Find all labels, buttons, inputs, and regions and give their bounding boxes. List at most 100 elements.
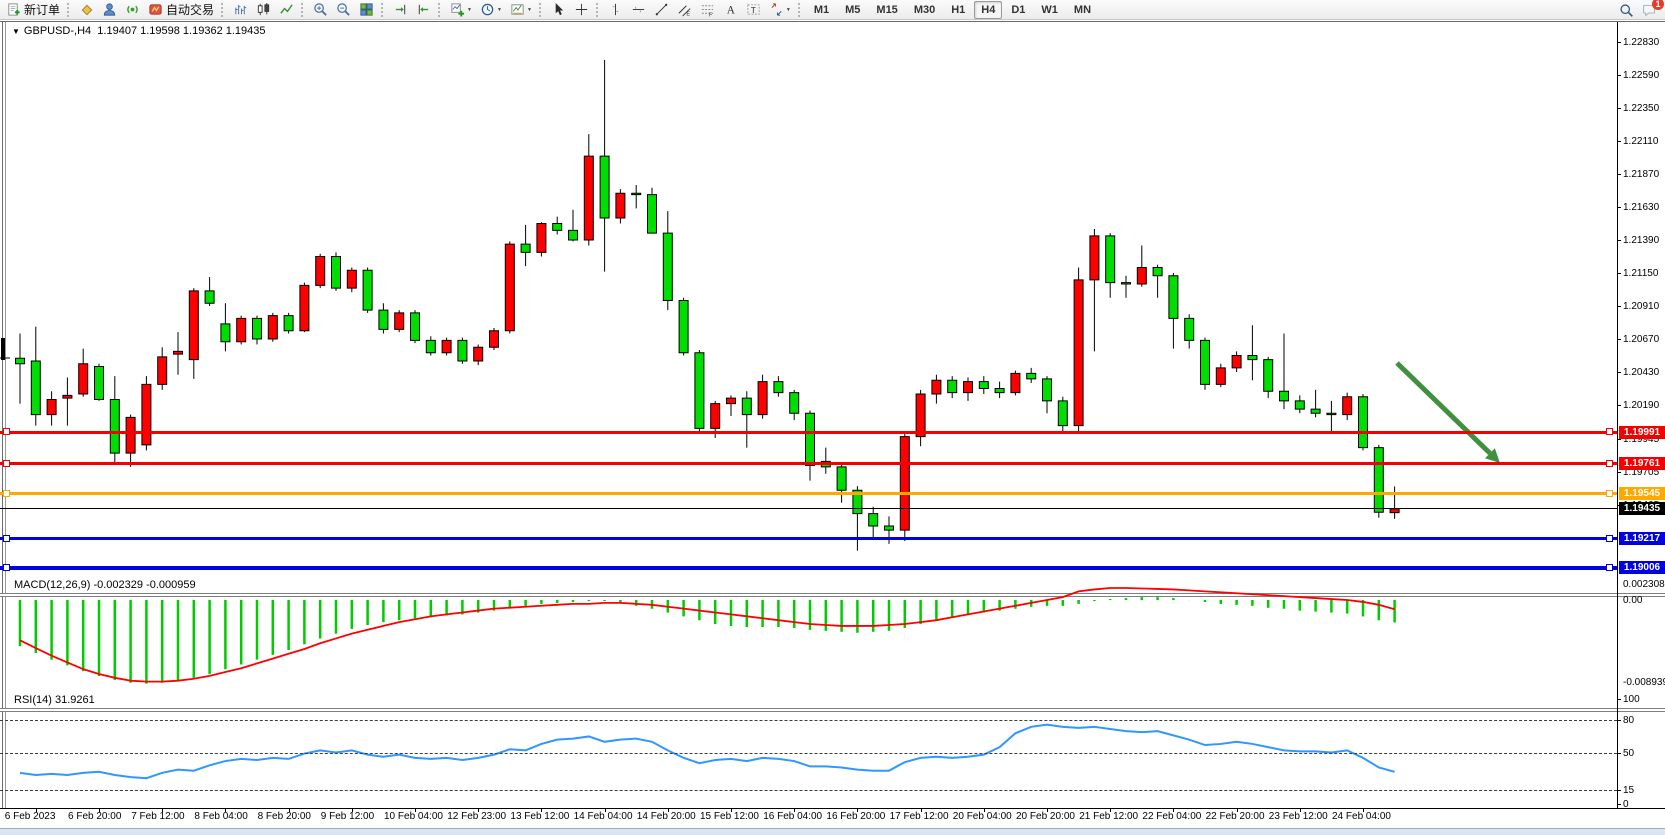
horizontal-level-line[interactable]	[0, 431, 1617, 434]
horizontal-level-line[interactable]	[0, 492, 1617, 495]
date-tick-label: 14 Feb 20:00	[637, 811, 696, 822]
rsi-level-line-15	[0, 790, 1617, 791]
line-handle[interactable]	[3, 564, 10, 571]
text-label-button[interactable]: T	[743, 1, 764, 19]
horizontal-line-button[interactable]	[628, 1, 649, 19]
price-tick-mark	[1617, 240, 1621, 241]
crosshair-button[interactable]	[571, 1, 592, 19]
rsi-pane[interactable]	[0, 22, 1665, 808]
periods-clock-button[interactable]: ▼	[477, 1, 505, 19]
line-chart-button[interactable]	[276, 1, 297, 19]
toolbar-grip[interactable]	[539, 3, 544, 17]
date-tick-label: 21 Feb 12:00	[1079, 811, 1138, 822]
rsi-axis-label: 15	[1623, 785, 1665, 796]
chart-window[interactable]: ▼GBPUSD-,H4 1.19407 1.19598 1.19362 1.19…	[0, 21, 1665, 835]
text-button[interactable]: A	[720, 1, 741, 19]
templates-dropdown-icon[interactable]: ▼	[527, 7, 532, 13]
rsi-line	[20, 725, 1395, 779]
candlestick-chart-button[interactable]	[253, 1, 274, 19]
signal-button[interactable]	[122, 1, 143, 19]
timeframe-button-m30[interactable]: M30	[907, 1, 942, 19]
horizontal-level-line[interactable]	[0, 462, 1617, 465]
cursor-button[interactable]	[548, 1, 569, 19]
toolbar-grip[interactable]	[381, 3, 386, 17]
bar-chart-button[interactable]	[230, 1, 251, 19]
svg-text:F: F	[709, 13, 713, 17]
timeframe-button-d1[interactable]: D1	[1004, 1, 1032, 19]
line-handle[interactable]	[3, 490, 10, 497]
rsi-tick-mark	[1617, 753, 1621, 754]
line-handle[interactable]	[3, 535, 10, 542]
timeframe-button-w1[interactable]: W1	[1034, 1, 1065, 19]
date-tick-label: 23 Feb 12:00	[1269, 811, 1328, 822]
macd-axis-label: 0.002308	[1623, 579, 1665, 590]
date-tick-label: 6 Feb 20:00	[68, 811, 121, 822]
tile-windows-icon	[359, 2, 374, 17]
auto-scroll-icon	[416, 2, 431, 17]
arrows-button[interactable]: ▼	[766, 1, 794, 19]
price-tick-label: 1.22110	[1623, 136, 1665, 147]
timeframe-button-h4[interactable]: H4	[974, 1, 1002, 19]
equidistant-channel-button[interactable]: E	[674, 1, 695, 19]
indicators-dropdown-icon[interactable]: ▼	[467, 7, 472, 13]
crosshair-icon	[574, 2, 589, 17]
line-handle[interactable]	[1606, 460, 1613, 467]
level-price-label: 1.19545	[1619, 487, 1665, 500]
toolbar-grip[interactable]	[67, 3, 72, 17]
auto-trading-button[interactable]: 自动交易	[145, 1, 217, 19]
auto-scroll-button[interactable]	[413, 1, 434, 19]
text-label-icon: T	[746, 2, 761, 17]
timeframe-button-m15[interactable]: M15	[869, 1, 904, 19]
templates-button[interactable]: ▼	[507, 1, 535, 19]
line-handle[interactable]	[1606, 564, 1613, 571]
timeframe-toolbar: M1M5M15M30H1H4D1W1MN	[806, 1, 1099, 19]
price-tick-label: 1.20670	[1623, 334, 1665, 345]
date-tick-label: 17 Feb 12:00	[890, 811, 949, 822]
chart-window-icon	[79, 2, 94, 17]
line-handle[interactable]	[3, 460, 10, 467]
periods-clock-dropdown-icon[interactable]: ▼	[497, 7, 502, 13]
toolbar-grip[interactable]	[438, 3, 443, 17]
fibonacci-button[interactable]: F	[697, 1, 718, 19]
toolbar-grip[interactable]	[596, 3, 601, 17]
line-handle[interactable]	[3, 428, 10, 435]
toolbar-grip[interactable]	[221, 3, 226, 17]
timeframe-button-mn[interactable]: MN	[1067, 1, 1098, 19]
trendline-button[interactable]	[651, 1, 672, 19]
shift-chart-button[interactable]	[390, 1, 411, 19]
price-tick-mark	[1617, 207, 1621, 208]
indicators-icon	[450, 2, 465, 17]
zoom-in-button[interactable]	[310, 1, 331, 19]
line-handle[interactable]	[1606, 535, 1613, 542]
indicators-button[interactable]: ▼	[447, 1, 475, 19]
auto-trading-icon	[148, 2, 163, 17]
new-order-button[interactable]: 新订单	[3, 1, 63, 19]
date-tick-label: 9 Feb 12:00	[321, 811, 374, 822]
timeframe-button-m1[interactable]: M1	[807, 1, 836, 19]
notifications-button[interactable]: 1	[1639, 1, 1660, 19]
line-handle[interactable]	[1606, 428, 1613, 435]
market-watch-button[interactable]	[99, 1, 120, 19]
price-tick-label: 1.22350	[1623, 103, 1665, 114]
line-handle[interactable]	[1606, 490, 1613, 497]
timeframe-button-h1[interactable]: H1	[944, 1, 972, 19]
zoom-out-button[interactable]	[333, 1, 354, 19]
timeframe-button-m5[interactable]: M5	[838, 1, 867, 19]
chart-window-button[interactable]	[76, 1, 97, 19]
mt4-window: 新订单 自动交易 ▼ ▼ ▼ E F AT ▼ M1M5M15M30H1H4D1W1MN 1 ▼…	[0, 0, 1665, 835]
horizontal-level-line[interactable]	[0, 566, 1617, 570]
periods-clock-icon	[480, 2, 495, 17]
date-tick-label: 13 Feb 12:00	[510, 811, 569, 822]
vertical-line-button[interactable]	[605, 1, 626, 19]
toolbar-grip[interactable]	[798, 3, 803, 17]
trendline-icon	[654, 2, 669, 17]
arrows-dropdown-icon[interactable]: ▼	[786, 7, 791, 13]
search-button[interactable]	[1616, 1, 1637, 19]
rsi-axis-label: 50	[1623, 748, 1665, 759]
toolbar-grip[interactable]	[301, 3, 306, 17]
rsi-tick-mark	[1617, 804, 1621, 805]
tile-windows-button[interactable]	[356, 1, 377, 19]
horizontal-level-line[interactable]	[0, 537, 1617, 540]
price-tick-mark	[1617, 108, 1621, 109]
line-chart-icon	[279, 2, 294, 17]
